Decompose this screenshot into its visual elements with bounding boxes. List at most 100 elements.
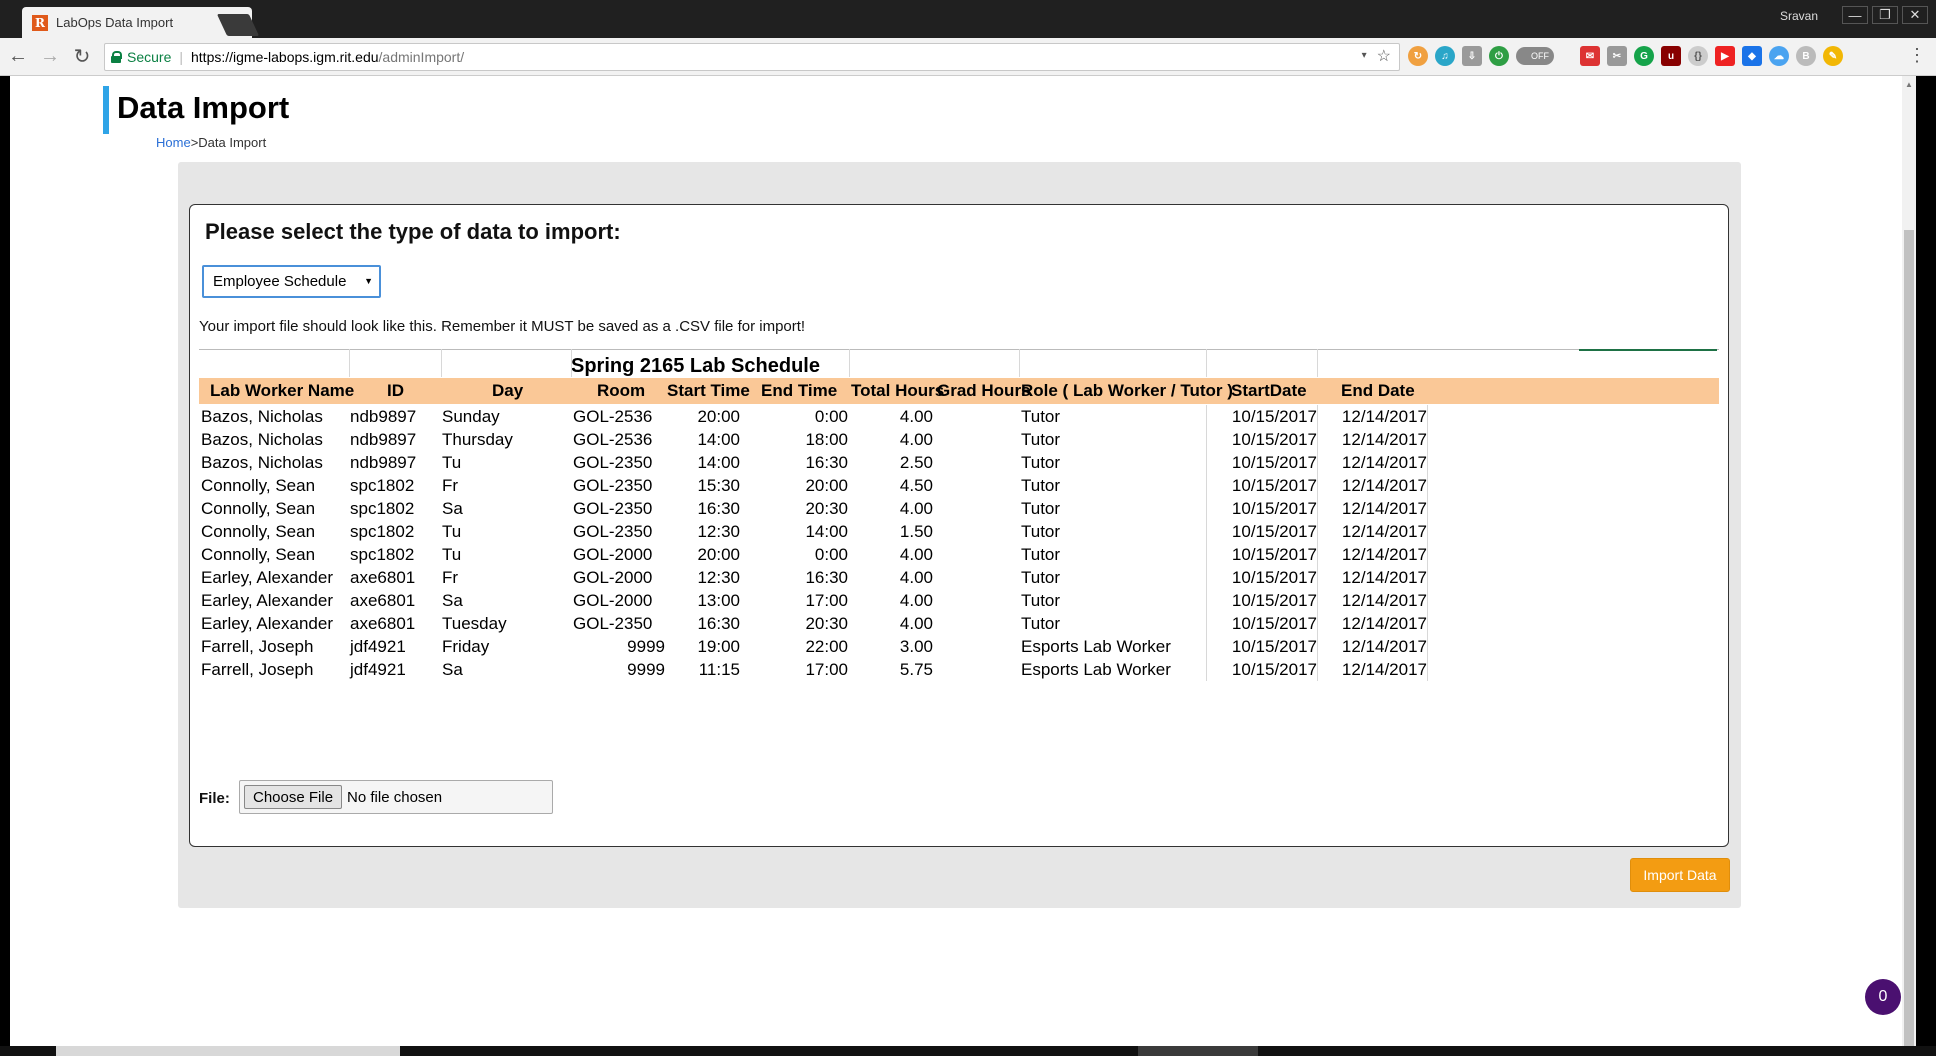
column-header-total-hours: Total Hours	[851, 381, 945, 400]
table-cell-end-time: 22:00	[805, 637, 848, 656]
reload-icon[interactable]: ↻	[68, 43, 96, 71]
address-bar[interactable]: Secure | https://igme-labops.igm.rit.edu…	[104, 43, 1400, 71]
table-cell-id: jdf4921	[350, 660, 406, 679]
table-cell-role-lab-worker-tutor: Tutor	[1021, 476, 1061, 495]
extension-braces-icon[interactable]: {}	[1688, 46, 1708, 66]
extension-grammarly-icon[interactable]: G	[1634, 46, 1654, 66]
extension-badge-icon[interactable]: ◆	[1742, 46, 1762, 66]
back-icon[interactable]: ←	[4, 43, 32, 71]
restore-icon[interactable]: ❐	[1872, 6, 1898, 24]
table-cell-room: GOL-2350	[573, 453, 653, 472]
table-row: Connolly, Sean spc1802 Tu GOL-2350 12:30 14:0…	[199, 521, 1719, 544]
import-type-select[interactable]: Employee Schedule ▼	[202, 265, 381, 298]
grid-border	[1206, 405, 1207, 681]
table-cell-role-lab-worker-tutor: Esports Lab Worker	[1021, 660, 1171, 679]
table-cell-role-lab-worker-tutor: Tutor	[1021, 568, 1061, 587]
table-cell-id: ndb9897	[350, 453, 417, 472]
column-header-grad-hours: Grad Hours	[937, 381, 1031, 400]
minimize-icon[interactable]: —	[1842, 6, 1868, 24]
column-header-startdate: StartDate	[1231, 381, 1307, 400]
table-cell-id: spc1802	[350, 522, 415, 541]
sample-spreadsheet: Spring 2165 Lab Schedule Lab Worker Name…	[199, 349, 1719, 681]
table-cell-day: Tu	[442, 545, 462, 564]
table-cell-id: jdf4921	[350, 637, 406, 656]
table-cell-start-time: 12:30	[697, 568, 740, 587]
sheet-header-row: Lab Worker Name ID Day Room Start Time End Ti…	[199, 378, 1719, 404]
table-cell-role-lab-worker-tutor: Tutor	[1021, 614, 1061, 633]
extension-brush-icon[interactable]: ✎	[1823, 46, 1843, 66]
grid-separator	[441, 349, 442, 377]
table-row: Earley, Alexander axe6801 Fr GOL-2000 12:30 1…	[199, 567, 1719, 590]
browser-titlebar: R LabOps Data Import × Sravan — ❐ ✕	[0, 0, 1936, 38]
table-cell-end-time: 18:00	[805, 430, 848, 449]
table-cell-start-time: 16:30	[697, 614, 740, 633]
menu-icon[interactable]: ⋮	[1908, 45, 1926, 66]
table-cell-start-time: 20:00	[697, 407, 740, 426]
table-cell-id: axe6801	[350, 614, 416, 633]
table-cell-end-time: 0:00	[814, 545, 848, 564]
breadcrumb: Home>Data Import	[156, 135, 266, 150]
import-data-button[interactable]: Import Data	[1630, 858, 1730, 892]
table-cell-role-lab-worker-tutor: Tutor	[1021, 407, 1061, 426]
star-icon[interactable]: ☆	[1377, 46, 1391, 66]
table-cell-end-date: 12/14/2017	[1341, 453, 1427, 472]
table-cell-id: spc1802	[350, 476, 415, 495]
choose-file-button[interactable]: Choose File	[244, 785, 343, 809]
table-cell-role-lab-worker-tutor: Tutor	[1021, 591, 1061, 610]
table-cell-end-date: 12/14/2017	[1341, 568, 1427, 587]
column-header-end-time: End Time	[761, 381, 838, 400]
table-cell-room: GOL-2000	[573, 591, 653, 610]
table-row: Farrell, Joseph jdf4921 Friday 9999 19:00 22:…	[199, 636, 1719, 659]
table-cell-total-hours: 3.00	[899, 637, 933, 656]
table-row: Bazos, Nicholas ndb9897 Sunday GOL-2536 20:0…	[199, 406, 1719, 429]
table-cell-room: GOL-2000	[573, 568, 653, 587]
browser-tab[interactable]: R LabOps Data Import ×	[22, 7, 252, 38]
page-scrollbar[interactable]: ▲	[1902, 76, 1916, 1046]
extension-refresh-icon[interactable]: ↻	[1408, 46, 1428, 66]
extension-download-icon[interactable]: ⇩	[1462, 46, 1482, 66]
table-cell-day: Sa	[442, 660, 463, 679]
table-cell-lab-worker-name: Earley, Alexander	[201, 614, 333, 633]
table-row: Bazos, Nicholas ndb9897 Tu GOL-2350 14:00 16:…	[199, 452, 1719, 475]
extension-icons: ↻ ♫ ⇩ ⏻ OFF ✉ ✂ G u {} ▶ ◆ ☁ B ✎	[1408, 46, 1843, 66]
breadcrumb-home-link[interactable]: Home	[156, 135, 191, 150]
table-cell-id: axe6801	[350, 568, 416, 587]
file-input[interactable]: Choose File No file chosen	[239, 780, 553, 814]
scroll-up-icon[interactable]: ▲	[1905, 80, 1913, 89]
table-cell-role-lab-worker-tutor: Esports Lab Worker	[1021, 637, 1171, 656]
taskbar-active-item[interactable]	[56, 1046, 400, 1056]
dropdown-icon[interactable]: ▾	[1362, 46, 1367, 66]
profile-user[interactable]: Sravan	[1780, 9, 1818, 23]
table-cell-end-time: 16:30	[805, 453, 848, 472]
url-path: /adminImport/	[378, 49, 465, 65]
forward-icon[interactable]: →	[36, 43, 64, 71]
table-cell-start-time: 11:15	[698, 660, 740, 679]
extension-mail-icon[interactable]: ✉	[1580, 46, 1600, 66]
extension-power-icon[interactable]: ⏻	[1489, 46, 1509, 66]
extension-headphones-icon[interactable]: ♫	[1435, 46, 1455, 66]
extension-scissors-icon[interactable]: ✂	[1607, 46, 1627, 66]
close-window-icon[interactable]: ✕	[1902, 6, 1928, 24]
scrollbar-thumb[interactable]	[1904, 230, 1914, 1046]
tab-favicon-icon: R	[32, 14, 48, 31]
table-cell-role-lab-worker-tutor: Tutor	[1021, 453, 1061, 472]
table-cell-lab-worker-name: Connolly, Sean	[201, 499, 316, 518]
table-cell-role-lab-worker-tutor: Tutor	[1021, 545, 1061, 564]
extension-b-icon[interactable]: B	[1796, 46, 1816, 66]
table-cell-day: Sunday	[442, 407, 500, 426]
column-header-lab-worker-name: Lab Worker Name	[210, 381, 355, 400]
table-cell-startdate: 10/15/2017	[1231, 545, 1317, 564]
extension-off-toggle[interactable]: OFF	[1516, 47, 1554, 65]
extension-youtube-icon[interactable]: ▶	[1715, 46, 1735, 66]
page-title: Data Import	[117, 90, 290, 125]
table-cell-id: spc1802	[350, 499, 415, 518]
table-cell-total-hours: 1.50	[899, 522, 933, 541]
taskbar-item[interactable]	[1138, 1046, 1258, 1056]
column-header-id: ID	[387, 381, 404, 400]
chat-widget-button[interactable]: 0	[1865, 979, 1901, 1015]
file-label: File:	[199, 790, 230, 807]
extension-cloud-icon[interactable]: ☁	[1769, 46, 1789, 66]
column-header-day: Day	[492, 381, 524, 400]
extension-ublock-icon[interactable]: u	[1661, 46, 1681, 66]
sheet-title: Spring 2165 Lab Schedule	[571, 355, 820, 377]
